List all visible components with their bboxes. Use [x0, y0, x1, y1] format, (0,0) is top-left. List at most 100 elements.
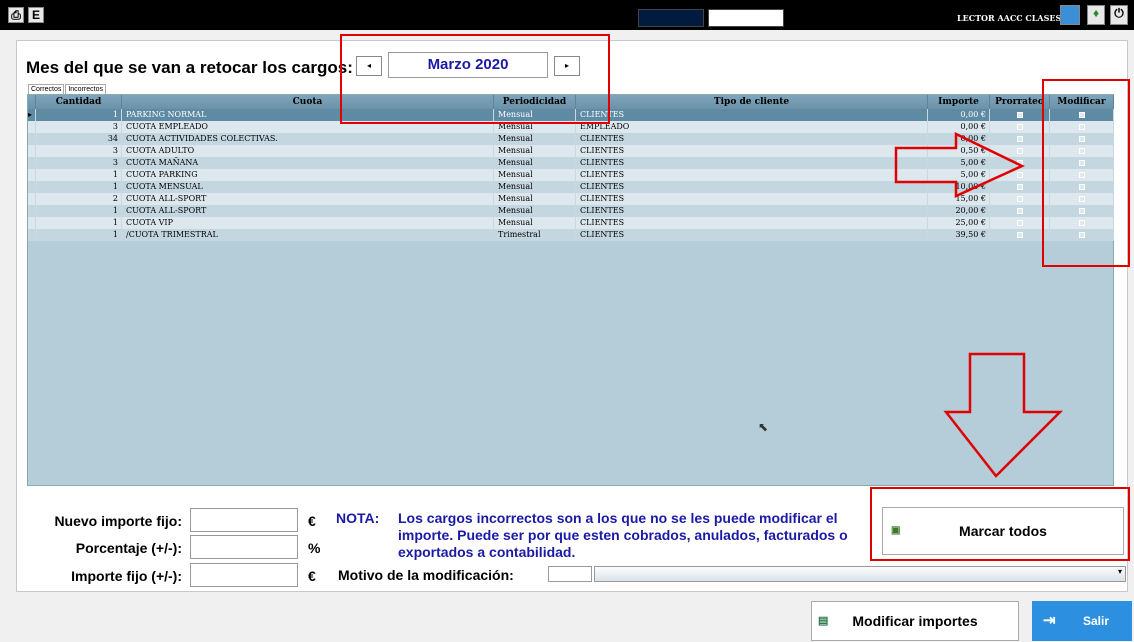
- top-toolbar: ⎙ E LECTOR AACC CLASES ♦ ⏻: [0, 0, 1134, 30]
- cell-qty: 2: [36, 193, 122, 205]
- cell-tipo: CLIENTES: [576, 133, 928, 145]
- cell-tipo: CLIENTES: [576, 229, 928, 241]
- cell-per: Mensual: [494, 205, 576, 217]
- cell-imp: 25,00 €: [928, 217, 990, 229]
- down-arrow-icon: [943, 352, 1064, 478]
- cell-qty: 1: [36, 217, 122, 229]
- cursor-icon: ⬉: [758, 420, 769, 434]
- exit-door-icon: ⇥: [1043, 612, 1056, 629]
- document-icon: ▤: [818, 615, 829, 627]
- motivo-code-input[interactable]: [548, 566, 592, 582]
- cell-qty: 3: [36, 145, 122, 157]
- prorrateo-checkbox[interactable]: [1017, 232, 1023, 238]
- porcentaje-input[interactable]: [190, 535, 298, 559]
- porcentaje-label: Porcentaje (+/-):: [75, 540, 182, 556]
- row-selector: [28, 181, 36, 193]
- row-selector: ▸: [28, 109, 36, 121]
- salir-label: Salir: [1083, 614, 1110, 628]
- cell-tipo: CLIENTES: [576, 169, 928, 181]
- prorrateo-checkbox-cell: [990, 109, 1050, 121]
- prorrateo-checkbox[interactable]: [1017, 112, 1023, 118]
- euro-unit-1: €: [308, 513, 316, 529]
- row-selector: [28, 205, 36, 217]
- cell-qty: 1: [36, 205, 122, 217]
- cell-qty: 1: [36, 169, 122, 181]
- cell-per: Mensual: [494, 217, 576, 229]
- cell-qty: 34: [36, 133, 122, 145]
- row-selector: [28, 217, 36, 229]
- right-arrow-icon: [894, 132, 1025, 198]
- col-cantidad[interactable]: Cantidad: [36, 95, 122, 109]
- modificar-highlight-box: [1042, 79, 1130, 267]
- prorrateo-checkbox-cell: [990, 205, 1050, 217]
- cell-tipo: CLIENTES: [576, 205, 928, 217]
- cell-cuota: CUOTA ALL-SPORT: [122, 193, 494, 205]
- cell-cuota: CUOTA ADULTO: [122, 145, 494, 157]
- e-button[interactable]: E: [28, 7, 44, 23]
- cell-qty: 3: [36, 157, 122, 169]
- chevron-down-icon: ▾: [1117, 567, 1122, 576]
- row-selector: [28, 121, 36, 133]
- cell-tipo: CLIENTES: [576, 193, 928, 205]
- nota-text: Los cargos incorrectos son a los que no …: [398, 510, 848, 560]
- cell-qty: 1: [36, 181, 122, 193]
- percent-unit: %: [308, 540, 321, 556]
- lector-label: LECTOR AACC CLASES: [957, 13, 1062, 23]
- row-selector: [28, 229, 36, 241]
- col-tipo-cliente[interactable]: Tipo de cliente: [576, 95, 928, 109]
- cell-per: Mensual: [494, 157, 576, 169]
- printer-icon[interactable]: ⎙: [8, 7, 24, 23]
- table-row[interactable]: 1 CUOTA ALL-SPORT Mensual CLIENTES 20,00 €: [28, 205, 1114, 217]
- table-row[interactable]: 1/CUOTA TRIMESTRAL Trimestral CLIENTES 39,5…: [28, 229, 1114, 241]
- row-selector: [28, 193, 36, 205]
- cell-cuota: CUOTA ALL-SPORT: [122, 205, 494, 217]
- cell-qty: 3: [36, 121, 122, 133]
- top-dropdown-2[interactable]: [708, 9, 784, 27]
- importe-fijo-label: Importe fijo (+/-):: [71, 568, 182, 584]
- cell-cuota: CUOTA MAÑANA: [122, 157, 494, 169]
- motivo-label: Motivo de la modificación:: [338, 567, 514, 583]
- salir-button[interactable]: ⇥ Salir: [1032, 601, 1132, 641]
- leaf-icon[interactable]: ♦: [1087, 5, 1105, 25]
- cell-cuota: CUOTA VIP: [122, 217, 494, 229]
- table-row[interactable]: 1 CUOTA VIP Mensual CLIENTES 25,00 €: [28, 217, 1114, 229]
- euro-unit-2: €: [308, 568, 316, 584]
- row-selector-header: [28, 95, 36, 109]
- row-selector: [28, 133, 36, 145]
- cell-imp: 20,00 €: [928, 205, 990, 217]
- prorrateo-checkbox[interactable]: [1017, 220, 1023, 226]
- col-importe[interactable]: Importe: [928, 95, 990, 109]
- cell-per: Mensual: [494, 133, 576, 145]
- page-title: Mes del que se van a retocar los cargos:: [26, 58, 353, 77]
- prorrateo-checkbox-cell: [990, 217, 1050, 229]
- grid-icon: ▣: [891, 525, 901, 536]
- power-icon[interactable]: ⏻: [1110, 5, 1128, 25]
- cell-tipo: CLIENTES: [576, 109, 928, 121]
- nuevo-importe-label: Nuevo importe fijo:: [54, 513, 182, 529]
- cell-tipo: EMPLEADO: [576, 121, 928, 133]
- prorrateo-checkbox[interactable]: [1017, 208, 1023, 214]
- nuevo-importe-input[interactable]: [190, 508, 298, 532]
- cell-per: Mensual: [494, 145, 576, 157]
- marcar-todos-label: Marcar todos: [959, 523, 1047, 539]
- prorrateo-checkbox-cell: [990, 229, 1050, 241]
- importe-fijo-input[interactable]: [190, 563, 298, 587]
- cell-per: Mensual: [494, 181, 576, 193]
- row-selector: [28, 157, 36, 169]
- cell-cuota: /CUOTA TRIMESTRAL: [122, 229, 494, 241]
- cell-imp: 0,00 €: [928, 109, 990, 121]
- col-prorrateo[interactable]: Prorrateo: [990, 95, 1050, 109]
- motivo-select[interactable]: ▾: [594, 566, 1126, 582]
- window-icon[interactable]: [1060, 5, 1080, 25]
- cell-qty: 1: [36, 229, 122, 241]
- cell-per: Trimestral: [494, 229, 576, 241]
- row-selector: [28, 169, 36, 181]
- cell-cuota: CUOTA ACTIVIDADES COLECTIVAS.: [122, 133, 494, 145]
- cell-tipo: CLIENTES: [576, 145, 928, 157]
- top-dropdown-1[interactable]: [638, 9, 704, 27]
- marcar-todos-button[interactable]: ▣ Marcar todos: [882, 507, 1124, 555]
- cell-per: Mensual: [494, 169, 576, 181]
- modificar-importes-button[interactable]: ▤ Modificar importes: [811, 601, 1019, 641]
- month-highlight-box: [340, 34, 610, 124]
- row-selector: [28, 145, 36, 157]
